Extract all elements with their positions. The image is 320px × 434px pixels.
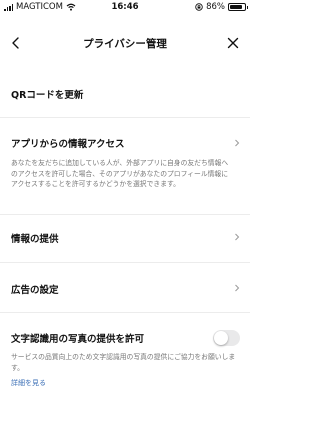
ocr-photos-toggle[interactable] xyxy=(213,330,240,346)
lock-rotation-icon xyxy=(195,3,203,11)
info-provision-label: 情報の提供 xyxy=(11,234,59,245)
close-icon[interactable] xyxy=(226,36,240,50)
app-access-description: あなたを友だちに追加している人が、外部アプリに自身の友だち情報へのアクセスを許可… xyxy=(11,159,229,188)
ocr-photos-description: サービスの品質向上のため文字認識用の写真の提供にご協力をお願いします。 xyxy=(11,353,236,372)
chevron-right-icon xyxy=(235,284,240,292)
ocr-photos-label: 文字認識用の写真の提供を許可 xyxy=(11,334,145,345)
divider xyxy=(0,214,250,215)
status-right: 86% xyxy=(195,2,248,12)
divider xyxy=(0,262,250,263)
battery-icon xyxy=(228,3,248,11)
chevron-right-icon xyxy=(235,139,240,147)
battery-percent: 86% xyxy=(206,2,225,12)
app-access-item[interactable]: アプリからの情報アクセス あなたを友だちに追加している人が、外部アプリに自身の友… xyxy=(11,136,240,190)
details-link[interactable]: 詳細を見る xyxy=(11,378,240,388)
ad-settings-label: 広告の設定 xyxy=(11,285,59,296)
ad-settings-item[interactable]: 広告の設定 xyxy=(11,282,240,296)
divider xyxy=(0,312,250,313)
status-bar: MAGTICOM 16:46 86% xyxy=(0,0,250,14)
qr-update-item[interactable]: QRコードを更新 xyxy=(11,87,240,101)
page-title: プライバシー管理 xyxy=(83,38,167,50)
nav-header: プライバシー管理 xyxy=(0,32,250,56)
info-provision-item[interactable]: 情報の提供 xyxy=(11,231,240,245)
chevron-right-icon xyxy=(235,233,240,241)
qr-update-label: QRコードを更新 xyxy=(11,90,84,101)
app-access-label: アプリからの情報アクセス xyxy=(11,139,125,150)
ocr-photos-item: 文字認識用の写真の提供を許可 サービスの品質向上のため文字認識用の写真の提供にご… xyxy=(11,330,240,388)
divider xyxy=(0,117,250,118)
